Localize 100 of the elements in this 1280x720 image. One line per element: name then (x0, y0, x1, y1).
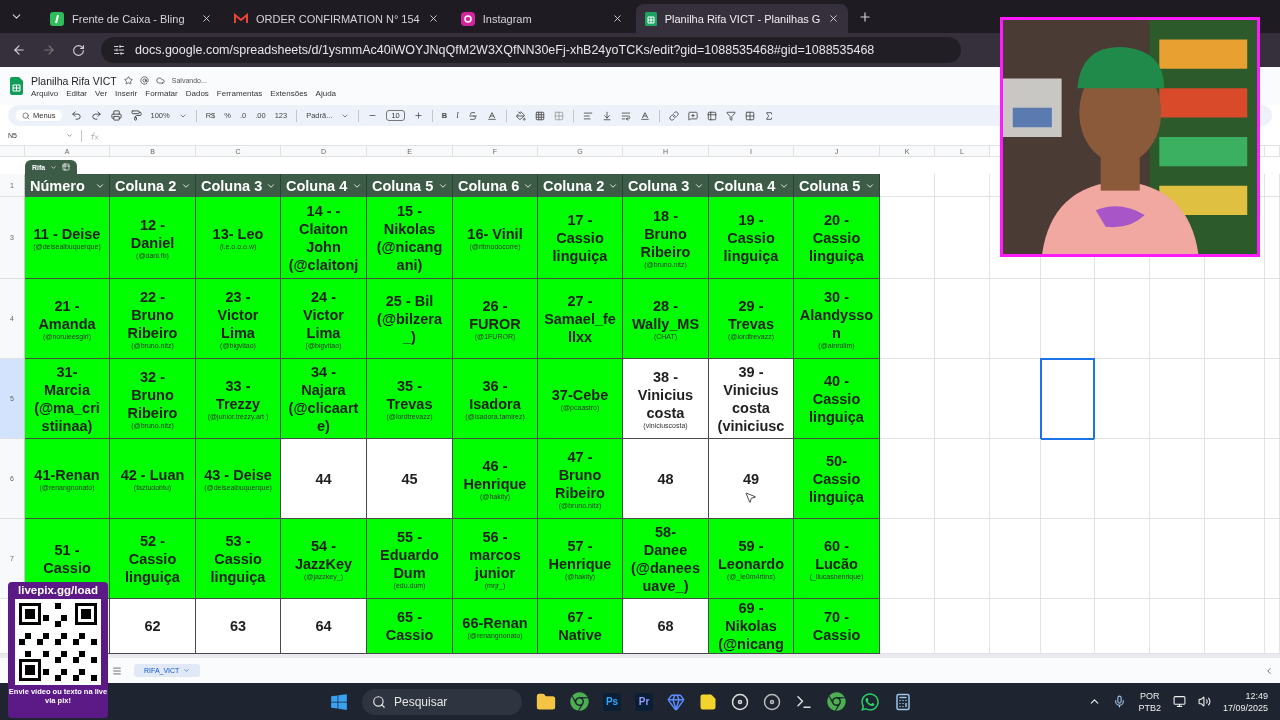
column-header-cell[interactable]: Coluna 3 (623, 174, 709, 197)
column-header-cell[interactable]: Coluna 5 (794, 174, 880, 197)
entry-text: 45 (401, 469, 418, 488)
entry-text: 43 - Deise (204, 466, 272, 484)
chrome-icon[interactable] (570, 692, 589, 711)
calculator-icon[interactable] (894, 692, 912, 711)
entry-text: 65 - Cassio (385, 608, 434, 644)
reload-icon[interactable] (72, 43, 85, 57)
document-title[interactable]: Planilha Rifa VICT (31, 74, 117, 87)
strikethrough-icon[interactable] (467, 110, 478, 121)
diamond-icon[interactable] (667, 692, 685, 711)
menu-item[interactable]: Ver (95, 88, 108, 98)
paint-bucket-icon[interactable] (515, 110, 526, 121)
comment-icon[interactable] (687, 110, 698, 121)
menu-item[interactable]: Formatar (145, 88, 178, 98)
menu-item[interactable]: Dados (185, 88, 209, 98)
browser-tab[interactable]: Instagram (451, 4, 632, 33)
close-icon[interactable] (611, 13, 623, 24)
text-color-icon[interactable] (486, 110, 497, 121)
corner-cell[interactable] (0, 146, 25, 157)
entry-text: 35 - Trevas (386, 377, 433, 413)
windows-icon[interactable] (330, 692, 348, 711)
sticky-note-icon[interactable] (699, 692, 717, 711)
column-header-cell[interactable]: Coluna 2 (110, 174, 196, 197)
app-icon[interactable]: Ps (603, 692, 621, 711)
entry-text: 24 - Victor Lima (303, 288, 344, 342)
cell-selection[interactable] (1040, 358, 1095, 440)
address-field[interactable]: docs.google.com/spreadsheets/d/1ysmmAc40iWOYJNqQfM2W3XQfNN30eFj-xhB24yoTCKs/edit?gid=1088535468#gid=1088535468 (101, 37, 961, 63)
forward-icon[interactable] (42, 43, 56, 57)
close-icon[interactable] (427, 13, 439, 24)
undo-icon[interactable] (70, 110, 82, 121)
spreadsheet-icon (644, 11, 657, 26)
browser-tab[interactable]: ORDER CONFIRMATION N° 154 (225, 4, 448, 33)
entry-text: 54 - JazzKey (294, 537, 353, 573)
whatsapp-icon[interactable] (860, 691, 880, 712)
table-icon[interactable] (706, 110, 717, 121)
plus-icon[interactable] (413, 111, 423, 120)
menu-item[interactable]: Extensões (270, 88, 308, 98)
entry-text: 69 - Nikolas (@nicang (718, 599, 784, 653)
speaker-icon[interactable] (1197, 695, 1211, 708)
close-icon[interactable] (201, 13, 212, 24)
site-settings-icon[interactable] (113, 44, 125, 56)
chevron-left-icon[interactable] (1264, 665, 1274, 676)
microphone-icon[interactable] (1113, 695, 1127, 708)
entry-text: 51 - Cassio (43, 540, 91, 577)
entry-text: 22 - Bruno Ribeiro (127, 288, 178, 342)
entry-text: 26 - FUROR (469, 297, 521, 333)
link-icon[interactable] (668, 110, 679, 121)
browser-tab[interactable]: Planilha Rifa VICT - Planilhas G (635, 4, 849, 33)
new-tab-icon[interactable] (858, 9, 873, 24)
clock[interactable]: 12:49 17/09/2025 (1222, 689, 1268, 714)
search-icon[interactable] (372, 694, 386, 709)
chrome-icon[interactable] (827, 692, 846, 711)
disc-icon[interactable] (763, 692, 781, 711)
entry-text: 36 - Isadora (469, 377, 521, 413)
entry-text: 12 - Daniel (130, 216, 175, 252)
column-header-cell[interactable]: Coluna 4 (709, 174, 794, 197)
app-icon (50, 11, 64, 26)
align-bottom-icon[interactable] (601, 110, 612, 121)
at-sign-icon[interactable] (139, 76, 149, 85)
entry-text: 66-Renan (462, 613, 528, 632)
print-icon[interactable] (110, 110, 122, 121)
menu-item[interactable]: Ajuda (315, 88, 337, 98)
star-icon[interactable] (123, 76, 133, 85)
close-icon[interactable] (828, 13, 840, 24)
align-left-icon[interactable] (582, 110, 593, 121)
spreadsheet-logo-icon[interactable] (10, 77, 23, 95)
column-header-cell[interactable]: Coluna 2 (538, 174, 623, 197)
menu-item[interactable]: Ferramentas (216, 88, 263, 98)
filter-icon[interactable] (725, 110, 736, 121)
entry-text: 33 - Trezzy (215, 377, 261, 413)
search-icon[interactable] (22, 111, 30, 120)
wrap-text-icon[interactable] (620, 110, 631, 121)
column-header-cell[interactable]: Coluna 3 (196, 174, 281, 197)
borders-icon[interactable] (534, 110, 545, 121)
redo-icon[interactable] (90, 110, 102, 121)
caret-icon[interactable] (50, 163, 58, 171)
entry-text: 23 - Victor Lima (217, 288, 259, 342)
entry-text: 40 - Cassio linguiça (809, 371, 864, 426)
language-indicator[interactable]: POR PTB2 (1138, 689, 1161, 714)
entry-text: 21 - Amanda (38, 297, 96, 333)
column-header-cell[interactable]: Coluna 4 (281, 174, 367, 197)
menu-item[interactable]: Inserir (115, 88, 138, 98)
entry-text: 64 (315, 617, 332, 635)
column-header-cell[interactable]: Coluna 6 (453, 174, 538, 197)
app-icon[interactable]: Pr (635, 692, 653, 711)
sigma-icon[interactable] (763, 110, 774, 121)
entry-text: 34 - Najara (@clicaart e) (288, 362, 359, 435)
filter-views-icon[interactable] (744, 110, 755, 121)
column-header-cell[interactable]: Coluna 5 (367, 174, 453, 197)
menu-item[interactable]: Editar (66, 88, 88, 98)
paint-roller-icon[interactable] (130, 110, 142, 121)
taskbar-search-field[interactable]: Pesquisar (362, 688, 522, 715)
folder-icon[interactable] (536, 691, 556, 712)
browser-tab[interactable]: Frente de Caixa - Bling (41, 4, 221, 33)
back-icon[interactable] (12, 43, 26, 57)
column-header-cell[interactable]: Número (25, 174, 110, 197)
entry-text: 62 (144, 617, 161, 635)
menu-item[interactable]: Arquivo (31, 88, 59, 98)
monitor-icon[interactable] (1172, 695, 1186, 708)
